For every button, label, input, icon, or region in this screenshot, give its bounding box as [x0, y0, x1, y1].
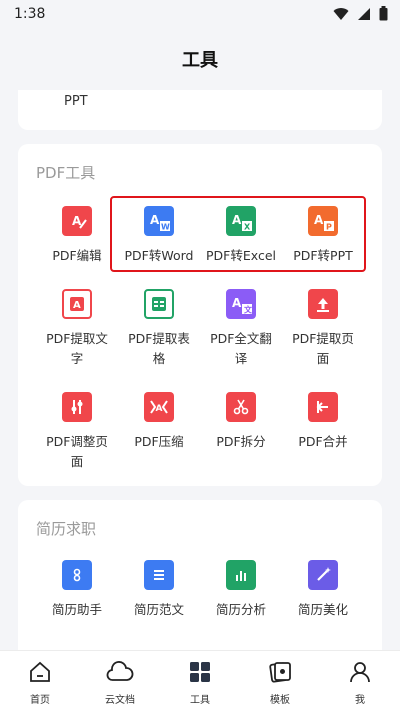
bottom-tab-bar: 首页 云文档 工具 模板 我	[0, 650, 400, 711]
tab-tools[interactable]: 工具	[170, 659, 230, 706]
svg-text:A: A	[156, 404, 163, 414]
tool-label: 简历分析	[215, 602, 266, 617]
tool-pdf-merge[interactable]: PDF合并	[282, 392, 364, 452]
split-icon	[226, 392, 256, 422]
tool-resume-analysis[interactable]: 简历分析	[200, 560, 282, 620]
compress-icon: A	[144, 392, 174, 422]
resume-assistant-icon	[62, 560, 92, 590]
tool-label: 简历助手	[51, 602, 102, 617]
text-extract-icon: A	[62, 289, 92, 319]
wifi-icon	[333, 6, 349, 25]
battery-icon	[379, 6, 388, 25]
top-tool-label-ppt: PPT	[64, 94, 88, 109]
status-bar: 1:38	[0, 0, 400, 28]
tool-label: PDF提取页面	[292, 331, 354, 366]
page-extract-icon	[308, 289, 338, 319]
svg-text:文: 文	[244, 305, 253, 315]
tool-label: 简历美化	[297, 602, 348, 617]
tool-pdf-to-ppt[interactable]: AP PDF转PPT	[282, 206, 364, 266]
home-icon	[10, 659, 70, 685]
tool-pdf-extract-page[interactable]: PDF提取页面	[282, 289, 364, 369]
svg-text:A: A	[232, 296, 242, 310]
tool-pdf-adjust-page[interactable]: PDF调整页面	[36, 392, 118, 472]
tool-label: PDF编辑	[52, 248, 102, 263]
tool-label: 简历范文	[133, 602, 184, 617]
tool-pdf-compress[interactable]: A PDF压缩	[118, 392, 200, 452]
svg-text:W: W	[161, 223, 170, 232]
tool-label: PDF提取文字	[46, 331, 108, 366]
template-icon	[250, 659, 310, 685]
svg-text:A: A	[73, 300, 81, 311]
tool-resume-sample[interactable]: 简历范文	[118, 560, 200, 620]
tool-label: PDF压缩	[134, 434, 184, 449]
top-tools-card: PPT	[18, 90, 382, 130]
svg-text:A: A	[150, 213, 160, 227]
signal-icon	[357, 6, 371, 25]
tool-pdf-extract-table[interactable]: PDF提取表格	[118, 289, 200, 369]
tool-pdf-translate[interactable]: A文 PDF全文翻译	[200, 289, 282, 369]
tab-templates[interactable]: 模板	[250, 659, 310, 706]
tool-pdf-edit[interactable]: A PDF编辑	[36, 206, 118, 266]
excel-icon: AX	[226, 206, 256, 236]
tool-label: PDF转Word	[124, 248, 194, 263]
tools-scroll-area[interactable]: PPT PDF工具 A PDF编辑 AW PDF转Word AX PDF转Exc…	[0, 90, 400, 650]
tool-label: PDF调整页面	[46, 434, 108, 469]
translate-icon: A文	[226, 289, 256, 319]
tab-cloud-docs[interactable]: 云文档	[90, 659, 150, 706]
tab-label: 工具	[190, 695, 210, 706]
merge-icon	[308, 392, 338, 422]
tab-label: 云文档	[105, 695, 135, 706]
resume-tools-card: 简历求职 简历助手 简历范文 简历分析 简历美化	[18, 500, 382, 650]
page-title: 工具	[182, 50, 218, 71]
svg-text:A: A	[314, 213, 324, 227]
tool-label: PDF提取表格	[128, 331, 190, 366]
adjust-page-icon	[62, 392, 92, 422]
tool-label: PDF转Excel	[206, 248, 276, 263]
resume-sample-icon	[144, 560, 174, 590]
tab-label: 首页	[30, 695, 50, 706]
tool-resume-assistant[interactable]: 简历助手	[36, 560, 118, 620]
svg-text:X: X	[244, 223, 251, 232]
section-title-resume: 简历求职	[36, 520, 97, 538]
tool-resume-beautify[interactable]: 简历美化	[282, 560, 364, 620]
tool-label: PDF拆分	[216, 434, 266, 449]
tool-pdf-extract-text[interactable]: A PDF提取文字	[36, 289, 118, 369]
pdf-tools-card: PDF工具 A PDF编辑 AW PDF转Word AX PDF转Excel A…	[18, 144, 382, 486]
user-icon	[330, 659, 390, 685]
tool-label: PDF全文翻译	[210, 331, 272, 366]
tab-label: 模板	[270, 695, 290, 706]
svg-text:P: P	[326, 223, 332, 232]
word-icon: AW	[144, 206, 174, 236]
tool-label: PDF合并	[298, 434, 348, 449]
section-title-pdf: PDF工具	[36, 164, 96, 182]
tool-pdf-split[interactable]: PDF拆分	[200, 392, 282, 452]
header: 工具	[0, 28, 400, 90]
tab-label: 我	[355, 695, 365, 706]
tool-pdf-to-word[interactable]: AW PDF转Word	[118, 206, 200, 266]
status-time: 1:38	[14, 6, 46, 22]
cloud-icon	[90, 659, 150, 685]
pdf-edit-icon: A	[62, 206, 92, 236]
tool-label: PDF转PPT	[293, 248, 353, 263]
resume-beautify-icon	[308, 560, 338, 590]
ppt-icon: AP	[308, 206, 338, 236]
tools-grid-icon	[170, 659, 230, 685]
status-icons	[333, 6, 388, 25]
resume-analysis-icon	[226, 560, 256, 590]
tool-pdf-to-excel[interactable]: AX PDF转Excel	[200, 206, 282, 266]
tab-home[interactable]: 首页	[10, 659, 70, 706]
table-extract-icon	[144, 289, 174, 319]
tab-me[interactable]: 我	[330, 659, 390, 706]
svg-text:A: A	[232, 213, 242, 227]
